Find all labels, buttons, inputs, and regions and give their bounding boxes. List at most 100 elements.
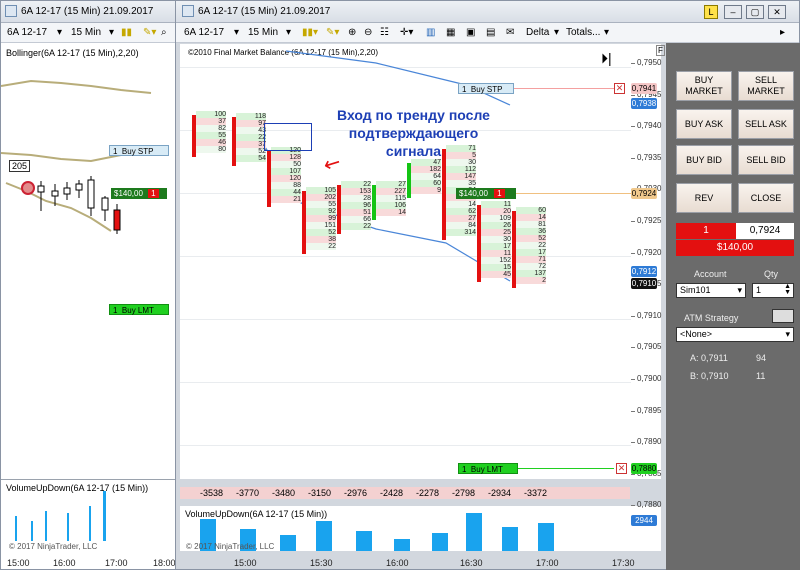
footprint-cell: 21 [271, 196, 301, 203]
left-footer: © 2017 NinjaTrader, LLC [9, 542, 98, 551]
footprint-cell: 84 [446, 222, 476, 229]
y-axis-tick [631, 221, 635, 222]
y-axis-label: 0,7900 [637, 374, 662, 383]
main-volume-label: VolumeUpDown(6A 12-17 (15 Min)) [185, 509, 328, 519]
footprint-cell: 60 [516, 207, 546, 214]
delta-value: -3150 [308, 488, 332, 498]
account-select[interactable]: Sim101 ▾ [676, 283, 746, 298]
footprint-cell: 182 [411, 166, 441, 173]
left-candles [37, 176, 121, 234]
close-position-button[interactable]: CLOSE [738, 183, 794, 213]
footprint-cell: 52 [516, 235, 546, 242]
left-buy-stp-order[interactable]: 1 Buy STP [109, 145, 169, 156]
volume-bar [502, 527, 518, 551]
qty-input[interactable]: 1 ▲ ▼ [752, 283, 794, 298]
left-window-titlebar[interactable]: 6A 12-17 (15 Min) 21.09.2017 [1, 1, 175, 23]
qty-stepper-icon[interactable]: ▲ ▼ [784, 283, 791, 296]
sell-market-button[interactable]: SELL MARKET [738, 71, 794, 101]
buy-ask-button[interactable]: BUY ASK [676, 109, 732, 139]
volume-bar [356, 531, 372, 551]
y-axis-tick [631, 94, 635, 96]
qty-label: Qty [764, 269, 779, 279]
y-axis-label: 0,7905 [637, 342, 662, 352]
footprint-cell: 52 [236, 148, 266, 155]
instrument-select[interactable]: 6A 12-17 [7, 26, 47, 40]
volume-bar [466, 513, 482, 551]
footprint-cell: 100 [196, 111, 226, 118]
atm-settings-button[interactable] [772, 309, 794, 323]
main-position-qty: 1 [494, 189, 505, 198]
delta-value: -3372 [524, 488, 548, 498]
draw-pencil-icon[interactable]: ✎▾ [143, 26, 156, 40]
close-icon[interactable]: ✕ [768, 5, 786, 19]
cancel-order-icon[interactable]: ✕ [616, 463, 627, 474]
y-axis-tick [631, 347, 635, 349]
footprint-cell: 15 [481, 264, 511, 271]
footprint-cell: 81 [516, 221, 546, 228]
footprint-cell: 25 [481, 229, 511, 236]
price-badge-ask: 0,7938 [631, 98, 657, 109]
chevron-down-icon[interactable]: ▾ [57, 26, 62, 40]
footprint-cell: 137 [516, 270, 546, 277]
cancel-order-icon[interactable]: ✕ [614, 83, 625, 94]
footprint-cell: 43 [236, 127, 266, 134]
atm-strategy-select[interactable]: <None> ▾ [676, 327, 794, 342]
main-buy-lmt-order[interactable]: 1 Buy LMT [458, 463, 518, 474]
y-axis-label: 0,7940 [637, 121, 662, 131]
maximize-icon[interactable]: ▢ [746, 5, 764, 19]
price-badge-buy-stp: 0,7941 [631, 83, 657, 94]
footprint-cell: 109 [481, 215, 511, 222]
volume-bar [280, 535, 296, 551]
left-position-pnl: $140,00 [114, 189, 143, 198]
footprint-cell: 50 [271, 161, 301, 168]
period-select[interactable]: 15 Min [71, 26, 101, 40]
y-axis-tick [631, 315, 635, 317]
reverse-button[interactable]: REV [676, 183, 732, 213]
zoom-icon[interactable]: ⌕ [161, 26, 167, 40]
sell-ask-button[interactable]: SELL ASK [738, 109, 794, 139]
footprint-cell: 55 [306, 201, 336, 208]
main-buy-stp-order[interactable]: 1 Buy STP [458, 83, 514, 94]
buy-bid-button[interactable]: BUY BID [676, 145, 732, 175]
left-position-qty: 1 [148, 189, 159, 198]
footprint-cell: 152 [481, 257, 511, 264]
footprint-cell: 45 [481, 271, 511, 278]
left-x-tick: 15:00 [7, 558, 30, 568]
atm-strategy-value: <None> [680, 329, 713, 339]
volume-bar [432, 533, 448, 551]
main-x-tick: 17:00 [536, 558, 559, 568]
left-buy-stp-qty: 1 [113, 147, 118, 156]
minimize-icon[interactable]: – [724, 5, 742, 19]
footprint-cell: 66 [341, 216, 371, 223]
position-price-cell: 0,7924 [736, 223, 794, 239]
delta-value: -2428 [380, 488, 404, 498]
y-axis-tick [631, 126, 635, 128]
overflow-icon[interactable]: ▸ [780, 26, 785, 40]
y-axis-label: 0,7890 [637, 437, 662, 447]
left-volume-bar [45, 511, 47, 541]
left-volume-label: VolumeUpDown(6A 12-17 (15 Min)) [6, 483, 149, 493]
footprint-cell: 202 [306, 194, 336, 201]
link-badge-icon[interactable]: L [704, 5, 718, 19]
left-buy-lmt-order[interactable]: 1 Buy LMT [109, 304, 169, 315]
chevron-down-icon: ▾ [737, 285, 742, 295]
footprint-cell: 28 [341, 195, 371, 202]
sell-bid-button[interactable]: SELL BID [738, 145, 794, 175]
bid-size: 11 [756, 371, 766, 381]
left-position-marker[interactable]: $140,00 1 [111, 188, 167, 199]
delta-value: -2934 [488, 488, 512, 498]
buy-market-button[interactable]: BUY MARKET [676, 71, 732, 101]
highlight-box [264, 123, 312, 151]
bar-type-icon[interactable]: ▮▮ [121, 26, 132, 40]
main-position-marker[interactable]: $140,00 1 [456, 188, 516, 199]
footprint-cell: 99 [306, 215, 336, 222]
footprint-cell: 71 [516, 256, 546, 263]
footprint-cell: 106 [376, 202, 406, 209]
footprint-cell: 17 [481, 243, 511, 250]
chevron-down-icon[interactable]: ▾ [109, 26, 114, 40]
axis-format-icon[interactable]: F [656, 45, 665, 56]
left-panel-divider[interactable] [1, 479, 176, 480]
footprint-cell: 107 [271, 168, 301, 175]
left-toolbar: 6A 12-17 ▾ 15 Min ▾ ▮▮ ✎▾ ⌕ [1, 23, 175, 43]
y-axis-label: 0,7895 [637, 405, 662, 415]
